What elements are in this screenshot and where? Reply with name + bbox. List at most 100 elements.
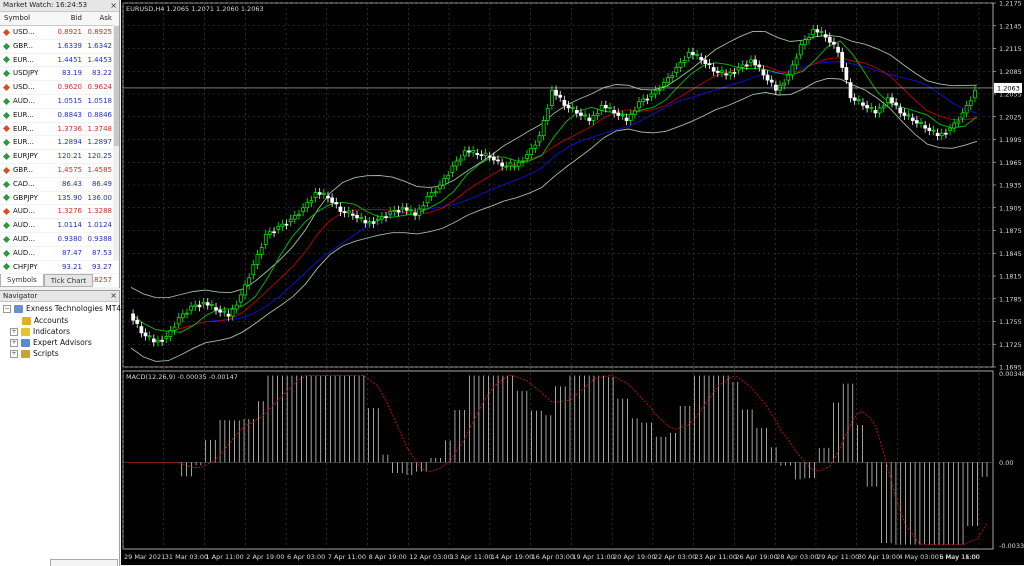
candle <box>757 64 762 68</box>
bid-cell: 87.47 <box>61 248 82 257</box>
market-watch-row[interactable]: USD... 0.9620 0.9624 <box>0 81 119 95</box>
symbol-name: AUD... <box>13 221 35 230</box>
candle <box>960 112 965 119</box>
market-watch-row[interactable]: AUD... 87.47 87.53 <box>0 247 119 261</box>
market-watch-scrollbar-thumb[interactable] <box>114 26 119 146</box>
indicators-icon <box>21 327 30 336</box>
tab-symbols[interactable]: Symbols <box>0 274 44 287</box>
candle <box>666 77 670 83</box>
candle <box>388 211 393 215</box>
navigator-title: Navigator <box>3 292 38 300</box>
candle <box>462 150 467 157</box>
bid-cell: 1.0114 <box>57 221 83 230</box>
chart-window[interactable]: 1.2175 1.2145 1.2115 1.2085 1.2055 1.2025 1.19… <box>121 0 1024 565</box>
candle <box>823 34 828 38</box>
ask-cell: 0.9624 <box>87 83 113 92</box>
candle <box>392 209 397 212</box>
price-down-icon <box>2 84 11 92</box>
macd-axis-label: 0.00 <box>999 459 1013 467</box>
candle <box>222 310 227 313</box>
candle <box>268 231 272 235</box>
market-watch-row[interactable]: EUR... 1.3736 1.3748 <box>0 123 119 137</box>
market-watch-row[interactable]: AUD... 1.0515 1.0518 <box>0 95 119 109</box>
candle <box>612 110 616 114</box>
market-watch-row[interactable]: CHFJPY 93.21 93.27 <box>0 261 119 275</box>
date-axis-label: 19 Apr 11:00 <box>572 553 614 561</box>
market-watch-close-icon[interactable]: × <box>110 0 117 11</box>
candle <box>608 107 612 109</box>
candle <box>417 208 422 216</box>
market-watch-row[interactable]: AUD... 1.3276 1.3288 <box>0 205 119 220</box>
market-watch-row[interactable]: CAD... 86.43 86.49 <box>0 178 119 192</box>
market-watch-row[interactable]: EUR... 1.2894 1.2897 <box>0 136 119 151</box>
candle <box>218 309 223 313</box>
market-watch-row[interactable]: EUR... 1.4451 1.4453 <box>0 54 119 68</box>
market-watch-row[interactable]: USDJPY 83.19 83.22 <box>0 67 119 82</box>
candle <box>798 44 803 56</box>
column-header-ask[interactable]: Ask <box>82 12 116 25</box>
market-watch-row[interactable]: GBP... 1.6339 1.6342 <box>0 40 119 54</box>
symbol-cell: EUR... <box>0 109 52 122</box>
price-axis-label: 1.1725 <box>999 341 1022 349</box>
candle <box>935 132 940 137</box>
navigator-item-scripts[interactable]: + Scripts <box>10 349 59 358</box>
candle <box>450 165 455 173</box>
candle <box>425 196 430 204</box>
candle <box>695 53 699 56</box>
candle <box>259 247 264 255</box>
navigator-item-expert-advisors[interactable]: + Expert Advisors <box>10 338 92 347</box>
market-watch-row[interactable]: GBPJPY 135.90 136.00 <box>0 192 119 206</box>
navigator-root[interactable]: − Exness Technologies MT4 <box>3 304 121 313</box>
navigator-item-label: Indicators <box>33 327 71 336</box>
date-axis-label: 29 Mar 2021 <box>124 553 165 561</box>
date-axis-label: 30 Apr 19:00 <box>858 553 900 561</box>
market-watch-row[interactable]: AUD... 0.9380 0.9388 <box>0 233 119 247</box>
candle <box>682 60 687 63</box>
tab-tick-chart[interactable]: Tick Chart <box>43 274 94 287</box>
candle <box>197 304 202 308</box>
navigator-close-icon[interactable]: × <box>110 291 117 301</box>
candle <box>736 67 741 71</box>
candle <box>832 41 836 45</box>
candle <box>574 110 579 114</box>
candle <box>898 107 903 114</box>
candle <box>670 75 675 78</box>
candle <box>351 213 355 216</box>
candle <box>135 319 140 324</box>
candle <box>317 192 322 195</box>
candle <box>707 63 712 66</box>
candle <box>160 339 164 342</box>
expand-icon[interactable]: + <box>10 349 18 358</box>
navigator-item-indicators[interactable]: + Indicators <box>10 327 70 336</box>
candle <box>550 89 554 106</box>
ask-cell: 1.3748 <box>87 124 113 133</box>
candle <box>910 117 915 121</box>
candle <box>919 122 923 124</box>
symbol-cell: CAD... <box>0 178 52 191</box>
candle <box>243 284 247 296</box>
candle <box>587 117 592 121</box>
navigator-panel: Navigator × − Exness Technologies MT4 Ac… <box>0 290 121 566</box>
date-axis-label: 14 Apr 19:00 <box>491 553 533 561</box>
navigator-root-label: Exness Technologies MT4 <box>26 304 122 313</box>
column-header-symbol[interactable]: Symbol <box>0 12 52 25</box>
collapse-icon[interactable]: − <box>3 304 11 313</box>
market-watch-row[interactable]: USD... 0.8921 0.8925 <box>0 26 119 40</box>
column-header-bid[interactable]: Bid <box>52 12 82 25</box>
candle <box>890 97 894 104</box>
symbol-name: CHFJPY <box>13 262 38 271</box>
expand-icon[interactable]: + <box>10 327 18 336</box>
chart-canvas[interactable]: 1.21751.21451.21151.20851.20551.20251.19… <box>121 0 1024 565</box>
market-watch-row[interactable]: AUD... 1.0114 1.0124 <box>0 219 119 233</box>
navigator-item-accounts[interactable]: Accounts <box>22 316 68 325</box>
candle <box>371 221 376 224</box>
candle <box>380 216 384 220</box>
expand-icon[interactable]: + <box>10 338 18 347</box>
candle <box>807 37 811 41</box>
symbol-name: AUD... <box>13 234 35 243</box>
candle <box>201 302 206 305</box>
market-watch-row[interactable]: EURJPY 120.21 120.25 <box>0 150 119 164</box>
market-watch-row[interactable]: EUR... 0.8843 0.8846 <box>0 109 119 123</box>
market-watch-row[interactable]: GBP... 1.4575 1.4585 <box>0 164 119 178</box>
candle <box>429 192 434 197</box>
